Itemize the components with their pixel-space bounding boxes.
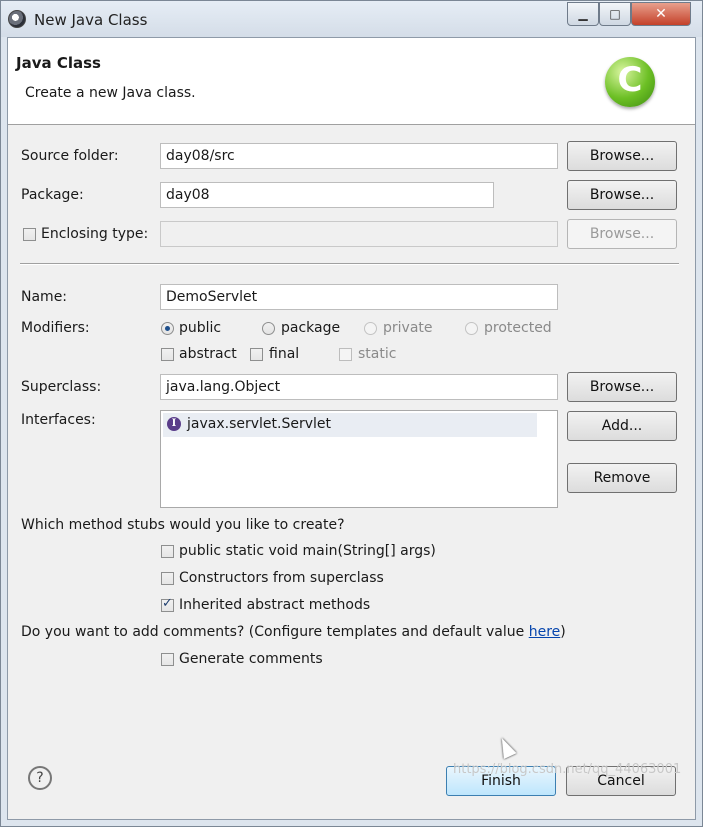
separator <box>20 263 679 265</box>
watermark: https://blog.csdn.net/qq_44063001 <box>453 762 682 777</box>
generate-comments-checkbox[interactable] <box>161 653 174 666</box>
main-method-label: public static void main(String[] args) <box>179 543 436 559</box>
superclass-browse-button[interactable]: Browse... <box>567 372 677 402</box>
logo-letter: C <box>617 60 643 100</box>
enclosing-type-label: Enclosing type: <box>41 226 149 242</box>
window-title: New Java Class <box>34 11 148 29</box>
close-button[interactable]: ✕ <box>631 2 691 26</box>
constructors-label: Constructors from superclass <box>179 570 384 586</box>
package-label: Package: <box>21 187 84 203</box>
modifier-private-label: private <box>383 320 433 336</box>
modifier-protected-radio <box>465 322 478 335</box>
maximize-button[interactable]: □ <box>599 2 631 26</box>
minimize-icon: ▁ <box>578 7 588 21</box>
comments-question-end: ) <box>560 624 566 640</box>
title-bar[interactable]: New Java Class ▁ □ ✕ <box>1 1 702 37</box>
eclipse-app-icon <box>8 10 26 28</box>
package-field[interactable]: day08 <box>160 182 494 208</box>
help-icon: ? <box>36 770 44 786</box>
modifier-public-label: public <box>179 320 222 336</box>
comments-question-text: Do you want to add comments? (Configure … <box>21 624 529 640</box>
modifier-static-label: static <box>358 346 397 362</box>
wizard-banner: Java Class Create a new Java class. C <box>8 38 695 125</box>
enclosing-type-checkbox[interactable] <box>23 228 36 241</box>
constructors-checkbox[interactable] <box>161 572 174 585</box>
modifier-package-label: package <box>281 320 341 336</box>
minimize-button[interactable]: ▁ <box>567 2 599 26</box>
modifier-private-radio <box>364 322 377 335</box>
method-stubs-question: Which method stubs would you like to cre… <box>21 517 345 533</box>
modifier-static-checkbox <box>339 348 352 361</box>
modifier-protected-label: protected <box>484 320 552 336</box>
name-field[interactable]: DemoServlet <box>160 284 558 310</box>
modifier-final-checkbox[interactable] <box>250 348 263 361</box>
close-icon: ✕ <box>655 6 667 22</box>
configure-templates-link[interactable]: here <box>529 624 561 640</box>
modifiers-label: Modifiers: <box>21 320 90 336</box>
generate-comments-label: Generate comments <box>179 651 323 667</box>
list-item[interactable]: I javax.servlet.Servlet <box>163 413 537 437</box>
banner-title: Java Class <box>16 54 101 72</box>
help-button[interactable]: ? <box>28 766 52 790</box>
source-folder-label: Source folder: <box>21 148 119 164</box>
banner-description: Create a new Java class. <box>25 85 196 101</box>
comments-question: Do you want to add comments? (Configure … <box>21 624 566 640</box>
interface-name: javax.servlet.Servlet <box>187 416 331 432</box>
modifier-abstract-label: abstract <box>179 346 237 362</box>
source-folder-browse-button[interactable]: Browse... <box>567 141 677 171</box>
main-method-checkbox[interactable] <box>161 545 174 558</box>
enclosing-type-browse-button: Browse... <box>567 219 677 249</box>
modifier-public-radio[interactable] <box>161 322 174 335</box>
package-browse-button[interactable]: Browse... <box>567 180 677 210</box>
dialog-window: New Java Class ▁ □ ✕ Java Class Create a… <box>0 0 703 827</box>
modifier-final-label: final <box>269 346 300 362</box>
source-folder-field[interactable]: day08/src <box>160 143 558 169</box>
interfaces-label: Interfaces: <box>21 412 96 428</box>
modifier-package-radio[interactable] <box>262 322 275 335</box>
inherited-methods-label: Inherited abstract methods <box>179 597 371 613</box>
inherited-methods-checkbox[interactable] <box>161 596 174 612</box>
dialog-content: Java Class Create a new Java class. C So… <box>7 37 696 820</box>
maximize-icon: □ <box>609 7 621 21</box>
add-interface-button[interactable]: Add... <box>567 411 677 441</box>
interfaces-list[interactable]: I javax.servlet.Servlet <box>160 410 558 508</box>
superclass-label: Superclass: <box>21 379 102 395</box>
enclosing-type-field <box>160 221 558 247</box>
name-label: Name: <box>21 289 68 305</box>
modifier-abstract-checkbox[interactable] <box>161 348 174 361</box>
interface-icon: I <box>167 417 181 431</box>
java-class-logo-icon: C <box>605 57 655 107</box>
superclass-field[interactable]: java.lang.Object <box>160 374 558 400</box>
remove-interface-button[interactable]: Remove <box>567 463 677 493</box>
